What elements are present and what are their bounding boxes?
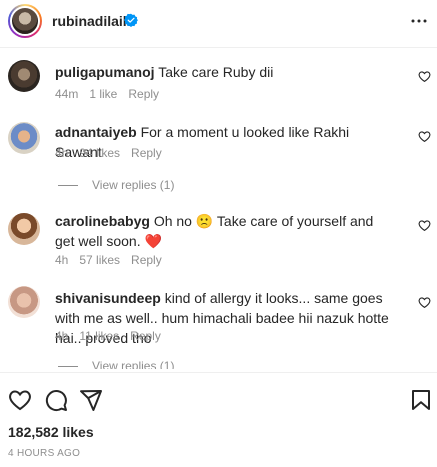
avatar[interactable]: [8, 286, 40, 318]
post-timestamp[interactable]: 4 HOURS AGO: [8, 448, 80, 459]
avatar[interactable]: [8, 213, 40, 245]
comment-username[interactable]: shivanisundeep: [55, 290, 161, 306]
heart-icon[interactable]: [418, 219, 431, 232]
avatar[interactable]: [8, 122, 40, 154]
comment-likes[interactable]: 94 likes: [79, 146, 120, 160]
reply-button[interactable]: Reply: [131, 253, 162, 267]
comment-likes[interactable]: 1 like: [89, 87, 117, 101]
comment-meta: 44m 1 like Reply: [55, 87, 170, 101]
comment-username[interactable]: carolinebabyg: [55, 213, 150, 229]
comment-username[interactable]: puligapumanoj: [55, 64, 155, 80]
post-username[interactable]: rubinadilaik: [52, 13, 131, 29]
comment-meta: 4h 94 likes Reply: [55, 146, 173, 160]
comment-time[interactable]: 44m: [55, 87, 78, 101]
more-horizontal-icon[interactable]: [410, 12, 428, 30]
avatar[interactable]: [8, 4, 42, 38]
comment-time[interactable]: 4h: [55, 146, 68, 160]
heart-icon[interactable]: [418, 70, 431, 83]
heart-icon[interactable]: [418, 296, 431, 309]
likes-count[interactable]: 182,582 likes: [8, 424, 94, 440]
comment-time[interactable]: 4h: [55, 329, 68, 343]
heart-icon[interactable]: [8, 388, 32, 412]
post-header: rubinadilaik: [0, 0, 437, 48]
verified-badge-icon: [124, 13, 138, 27]
comment-meta: 4h 57 likes Reply: [55, 253, 173, 267]
comment-likes[interactable]: 57 likes: [79, 253, 120, 267]
comment-time[interactable]: 4h: [55, 253, 68, 267]
post-actions: 182,582 likes 4 HOURS AGO: [0, 372, 437, 467]
reply-button[interactable]: Reply: [131, 146, 162, 160]
view-replies-button[interactable]: View replies (1): [58, 359, 174, 369]
comment-icon[interactable]: [44, 388, 68, 412]
avatar[interactable]: [8, 60, 40, 92]
bookmark-icon[interactable]: [409, 388, 433, 412]
comment-username[interactable]: adnantaiyeb: [55, 124, 137, 140]
comment-text: Take care Ruby dii: [158, 64, 274, 80]
reply-button[interactable]: Reply: [128, 87, 159, 101]
view-replies-button[interactable]: View replies (1): [58, 178, 174, 192]
share-icon[interactable]: [79, 388, 103, 412]
comment-likes[interactable]: 11 likes: [79, 329, 119, 343]
heart-icon[interactable]: [418, 130, 431, 143]
comment-meta: 4h 11 likes Reply: [55, 329, 172, 343]
reply-button[interactable]: Reply: [130, 329, 161, 343]
